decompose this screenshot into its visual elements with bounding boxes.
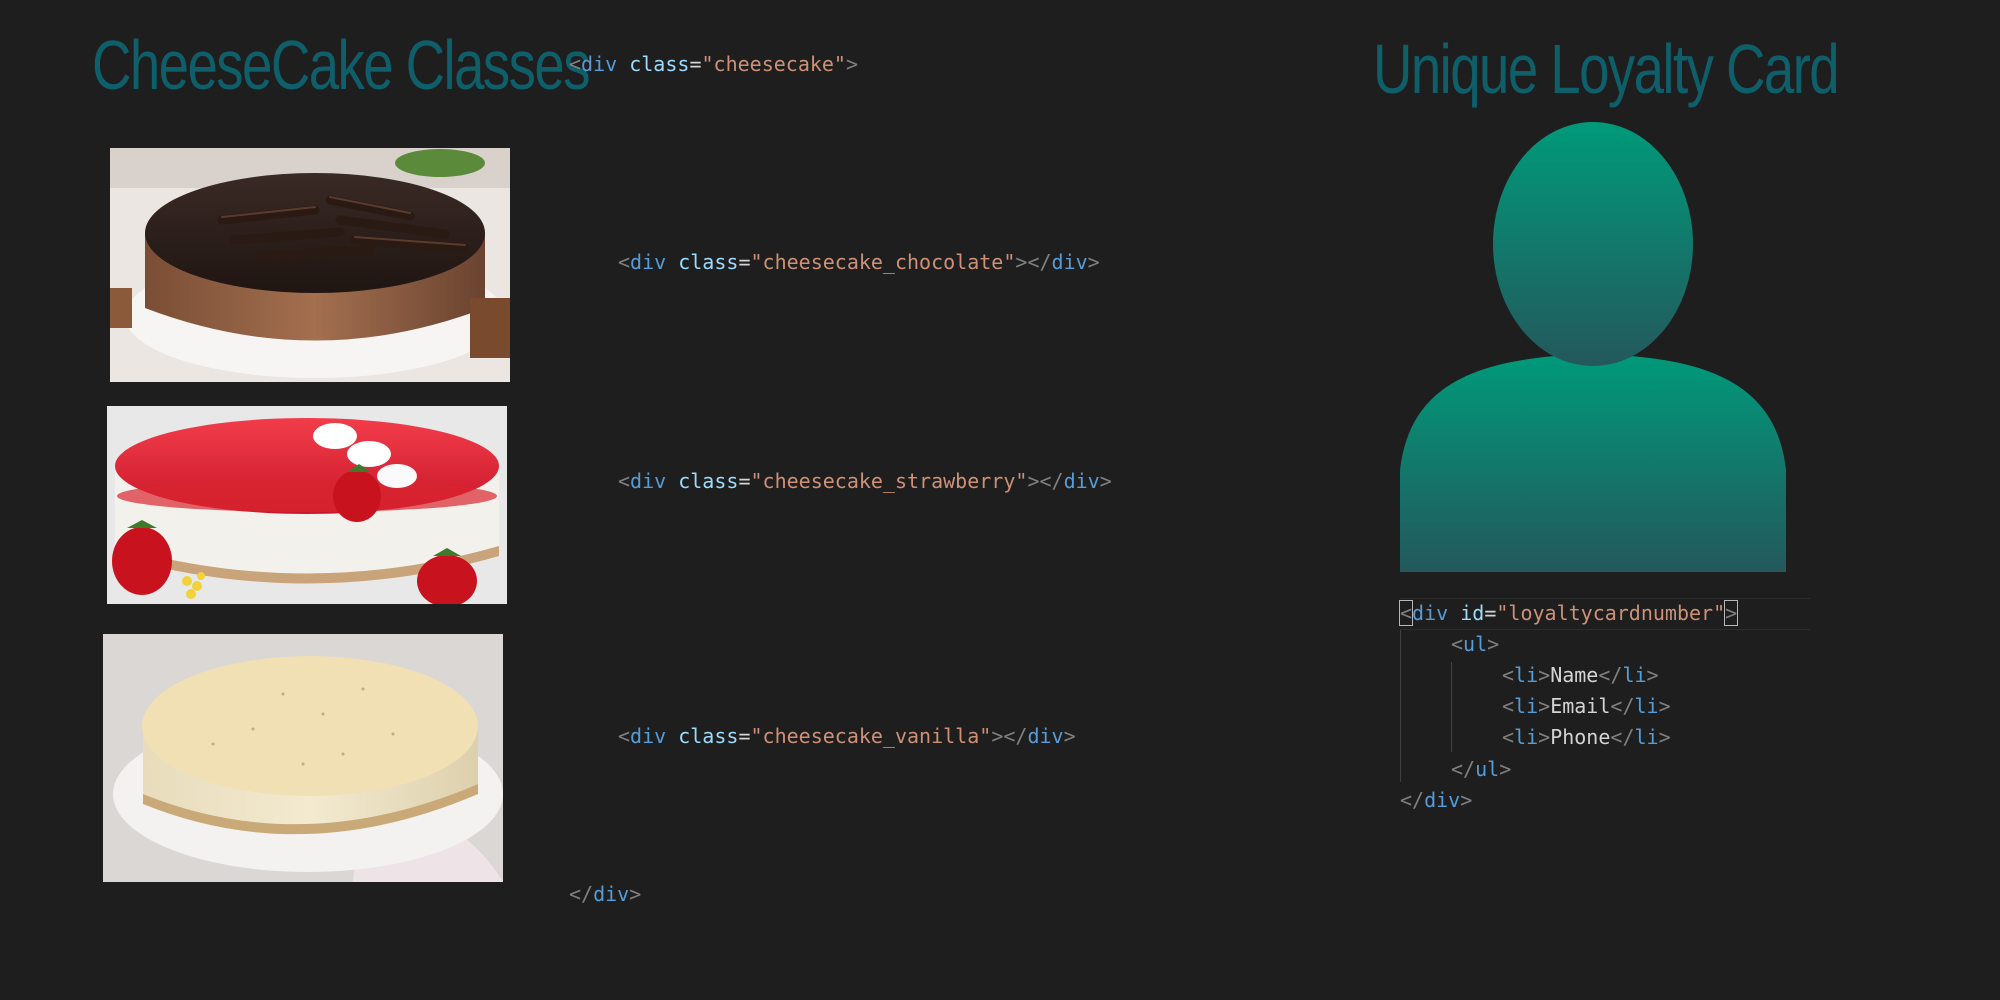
code-chocolate-line: <div class="cheesecake_chocolate"></div> (618, 250, 1100, 274)
person-silhouette-icon (1400, 122, 1786, 572)
snippet-ul-close: </ul> (1451, 757, 1512, 781)
code-outer-close: </div> (569, 882, 642, 906)
loyalty-code-snippet: <div id="loyaltycardnumber"> <ul> <li>Na… (1398, 598, 1810, 818)
chocolate-cheesecake-image (110, 148, 510, 382)
code-outer-open: <div class="cheesecake"> (569, 52, 859, 76)
code-strawberry-line: <div class="cheesecake_strawberry"></div… (618, 469, 1112, 493)
strawberry-cheesecake-image (107, 406, 507, 604)
snippet-li-email: <li>Email</li> (1502, 694, 1671, 718)
snippet-div-close: </div> (1400, 788, 1473, 812)
loyalty-card-title: Unique Loyalty Card (1373, 30, 1840, 108)
code-vanilla-line: <div class="cheesecake_vanilla"></div> (618, 724, 1076, 748)
indent-guide (1451, 662, 1452, 752)
snippet-div-open: <div id="loyaltycardnumber"> (1398, 600, 1739, 626)
snippet-li-phone: <li>Phone</li> (1502, 725, 1671, 749)
indent-guide (1400, 630, 1401, 782)
vanilla-cheesecake-image (103, 634, 503, 882)
snippet-li-name: <li>Name</li> (1502, 663, 1659, 687)
cheesecake-classes-title: CheeseCake Classes (92, 26, 591, 104)
snippet-ul-open: <ul> (1451, 632, 1500, 656)
